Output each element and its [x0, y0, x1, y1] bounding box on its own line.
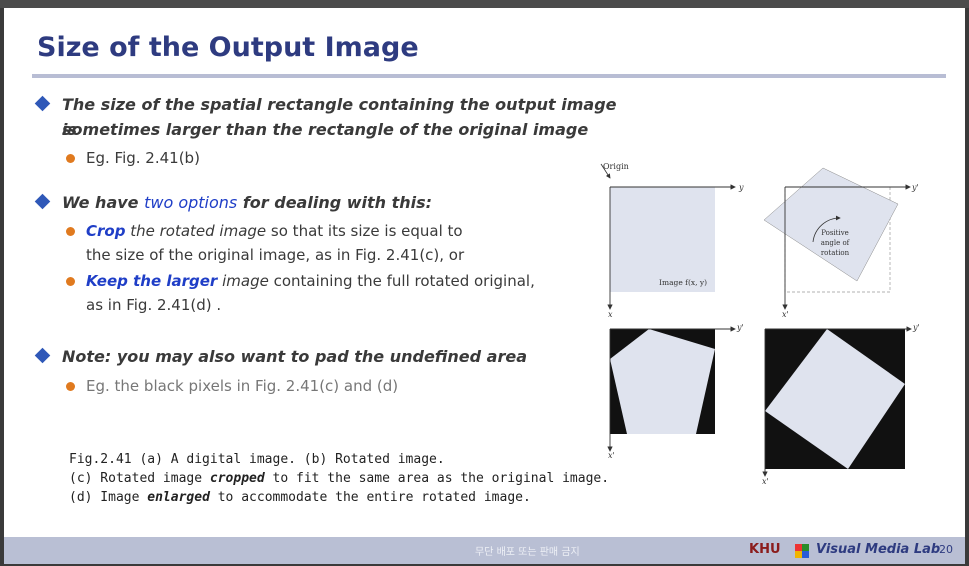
dot-bullet-icon — [66, 277, 75, 286]
figure-panel-c: y' x' — [607, 323, 744, 460]
sub-bullet-2-1: Crop the rotated image so that its size … — [66, 219, 546, 267]
original-image — [610, 187, 715, 292]
sub-bullet-2-1-line-1: Crop the rotated image so that its size … — [86, 219, 463, 243]
diamond-bullet-icon — [34, 193, 51, 210]
sub-bullet-2-2-line-2: as in Fig. 2.41(d) . — [86, 296, 222, 314]
bullet-2-text: We have two options for dealing with thi… — [62, 190, 432, 215]
rotation-label-2: angle of — [821, 239, 851, 247]
keep-larger-emph: Keep the larger — [86, 272, 218, 290]
sub-bullet-3-1: Eg. the black pixels in Fig. 2.41(c) and… — [66, 374, 466, 398]
crop-emph: Crop — [86, 222, 126, 240]
x-prime-label: x' — [782, 310, 789, 319]
rotation-label-3: rotation — [821, 249, 850, 257]
caption-line-3: (d) Image enlarged to accommodate the en… — [69, 488, 609, 507]
bullet-2-pre: We have — [62, 193, 145, 212]
crop-italic: the rotated image — [125, 222, 267, 240]
image-label: Image f(x, y) — [659, 278, 707, 287]
keep-larger-italic: image — [217, 272, 269, 290]
caption-l3b: enlarged — [147, 490, 210, 505]
dot-bullet-icon — [66, 227, 75, 236]
caption-line-2: (c) Rotated image cropped to fit the sam… — [69, 469, 609, 488]
sub-bullet-text: Eg. the black pixels in Fig. 2.41(c) and… — [86, 377, 399, 395]
sub-bullet-text: Eg. Fig. 2.41(b) — [86, 149, 200, 167]
bullet-3: Note: you may also want to pad the undef… — [34, 344, 637, 369]
sub-bullet-2-1-line-2: the size of the original image, as in Fi… — [86, 246, 465, 264]
dot-bullet-icon — [66, 382, 75, 391]
khu-logo: KHU — [749, 542, 781, 557]
figure-panel-a: Origin y x Image f(x, y) — [600, 162, 744, 319]
dot-bullet-icon — [66, 154, 75, 163]
x-prime-label-d: x' — [762, 477, 769, 486]
y-prime-label-d: y' — [912, 323, 920, 332]
crop-rest: so that its size is equal to — [266, 222, 463, 240]
figure-panel-d: y' x' — [762, 323, 920, 486]
window-top-bar — [0, 0, 969, 8]
x-prime-label-c: x' — [608, 451, 615, 460]
rotated-image — [763, 167, 899, 282]
title-underline — [32, 74, 946, 78]
y-prime-label-c: y' — [736, 323, 744, 332]
sub-bullet-2-2: Keep the larger image containing the ful… — [66, 269, 546, 317]
caption-line-1: Fig.2.41 (a) A digital image. (b) Rotate… — [69, 452, 445, 467]
caption-l2b: cropped — [209, 471, 265, 486]
x-label: x — [608, 310, 613, 319]
lab-name: Visual Media Lab — [816, 542, 941, 557]
sub-bullet-1-1: Eg. Fig. 2.41(b) — [66, 146, 466, 170]
y-prime-label: y' — [911, 183, 919, 192]
figure-caption: Fig.2.41 (a) A digital image. (b) Rotate… — [69, 450, 609, 507]
slide-title: Size of the Output Image — [37, 32, 419, 63]
sub-bullet-2-2-line-1: Keep the larger image containing the ful… — [86, 269, 535, 293]
rotation-figure: Origin y x Image f(x, y) y' x' Positive … — [600, 162, 920, 486]
keep-larger-rest: containing the full rotated original, — [268, 272, 535, 290]
caption-l3a: (d) Image — [69, 490, 148, 505]
visual-media-lab-logo-icon — [795, 544, 809, 558]
figure-panel-b: y' x' Positive angle of rotation — [763, 167, 919, 319]
bullet-3-text: Note: you may also want to pad the undef… — [62, 347, 527, 366]
bullet-2: We have two options for dealing with thi… — [34, 190, 637, 215]
bullet-2-post: for dealing with this: — [237, 193, 433, 212]
copyright-notice: 무단 배포 또는 판매 금지 — [475, 547, 580, 558]
caption-l2a: (c) Rotated image — [69, 471, 210, 486]
caption-l3c: to accommodate the entire rotated image. — [209, 490, 531, 505]
bullet-2-emph: two options — [144, 193, 238, 212]
origin-label: Origin — [603, 162, 629, 171]
bullet-1: The size of the spatial rectangle contai… — [34, 92, 637, 144]
diamond-bullet-icon — [34, 95, 51, 112]
y-label: y — [738, 183, 744, 192]
bullet-1-line-2: sometimes larger than the rectangle of t… — [62, 120, 589, 139]
diamond-bullet-icon — [34, 347, 51, 364]
slide-footer: 무단 배포 또는 판매 금지 KHU Visual Media Lab 20 — [4, 537, 965, 564]
rotation-label-1: Positive — [821, 229, 849, 237]
caption-l2c: to fit the same area as the original ima… — [264, 471, 610, 486]
page-number: 20 — [939, 543, 953, 556]
